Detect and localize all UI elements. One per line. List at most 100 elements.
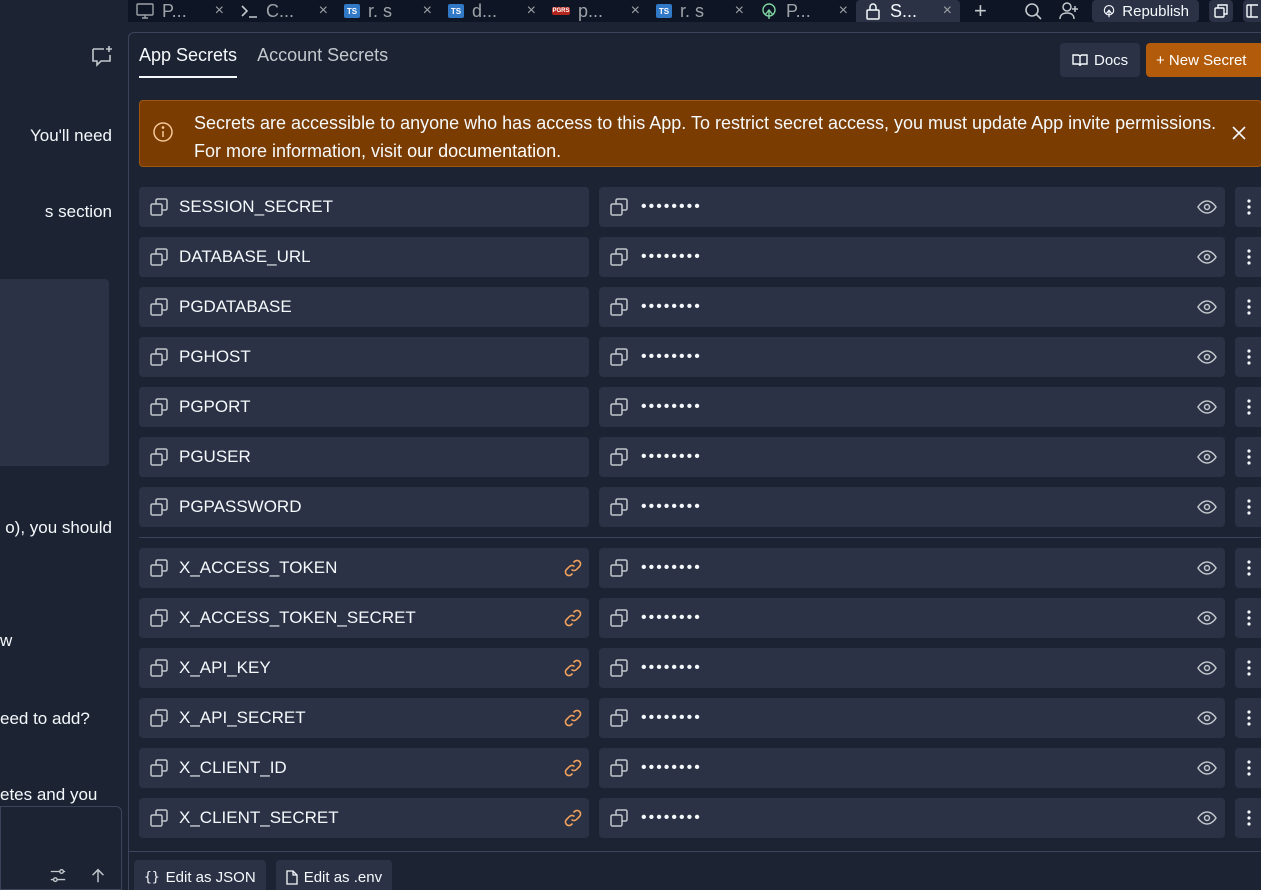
eye-icon[interactable] [1197, 447, 1217, 467]
copy-icon[interactable] [149, 497, 169, 517]
copy-icon[interactable] [609, 197, 629, 217]
secret-value-field[interactable]: •••••••• [599, 237, 1225, 277]
copy-icon[interactable] [609, 447, 629, 467]
secret-value-field[interactable]: •••••••• [599, 487, 1225, 527]
copy-icon[interactable] [149, 558, 169, 578]
tab-console[interactable]: C... × [232, 0, 336, 22]
eye-icon[interactable] [1197, 608, 1217, 628]
edit-as-json-button[interactable]: {} Edit as JSON [134, 860, 266, 890]
secret-value-field[interactable]: •••••••• [599, 748, 1225, 788]
copy-icon[interactable] [149, 347, 169, 367]
secret-menu-button[interactable] [1235, 337, 1261, 377]
tab-file[interactable]: TS r. s × [648, 0, 752, 22]
link-icon[interactable] [563, 708, 583, 728]
eye-icon[interactable] [1197, 658, 1217, 678]
secret-menu-button[interactable] [1235, 487, 1261, 527]
secret-key-field[interactable]: X_ACCESS_TOKEN_SECRET [139, 598, 589, 638]
close-icon[interactable] [1229, 123, 1249, 143]
secret-menu-button[interactable] [1235, 648, 1261, 688]
eye-icon[interactable] [1197, 297, 1217, 317]
copy-icon[interactable] [149, 808, 169, 828]
eye-icon[interactable] [1197, 558, 1217, 578]
eye-icon[interactable] [1197, 497, 1217, 517]
eye-icon[interactable] [1197, 808, 1217, 828]
secret-menu-button[interactable] [1235, 387, 1261, 427]
copy-icon[interactable] [609, 497, 629, 517]
link-icon[interactable] [563, 608, 583, 628]
tab-file[interactable]: PGRS p... × [544, 0, 648, 22]
secret-key-field[interactable]: PGPORT [139, 387, 589, 427]
copy-icon[interactable] [609, 758, 629, 778]
secret-menu-button[interactable] [1235, 548, 1261, 588]
secret-menu-button[interactable] [1235, 798, 1261, 838]
eye-icon[interactable] [1197, 397, 1217, 417]
close-icon[interactable]: × [215, 2, 224, 20]
new-chat-icon[interactable] [90, 44, 114, 68]
settings-sliders-icon[interactable] [49, 867, 67, 885]
secret-key-field[interactable]: SESSION_SECRET [139, 187, 589, 227]
link-icon[interactable] [563, 808, 583, 828]
sidebar-toggle-icon[interactable] [1243, 0, 1261, 22]
tab-file[interactable]: TS r. s × [336, 0, 440, 22]
secret-value-field[interactable]: •••••••• [599, 287, 1225, 327]
copy-icon[interactable] [149, 447, 169, 467]
secret-menu-button[interactable] [1235, 187, 1261, 227]
search-icon[interactable] [1020, 0, 1046, 22]
link-icon[interactable] [563, 658, 583, 678]
secret-menu-button[interactable] [1235, 598, 1261, 638]
secret-value-field[interactable]: •••••••• [599, 598, 1225, 638]
secret-key-field[interactable]: X_CLIENT_ID [139, 748, 589, 788]
close-icon[interactable]: × [735, 2, 744, 20]
layout-icon[interactable] [1209, 0, 1233, 22]
copy-icon[interactable] [149, 197, 169, 217]
copy-icon[interactable] [609, 558, 629, 578]
secret-key-field[interactable]: X_API_KEY [139, 648, 589, 688]
secret-value-field[interactable]: •••••••• [599, 648, 1225, 688]
eye-icon[interactable] [1197, 758, 1217, 778]
copy-icon[interactable] [149, 397, 169, 417]
eye-icon[interactable] [1197, 197, 1217, 217]
edit-as-env-button[interactable]: Edit as .env [275, 860, 393, 890]
docs-button[interactable]: Docs [1060, 43, 1141, 77]
secret-value-field[interactable]: •••••••• [599, 387, 1225, 427]
secret-key-field[interactable]: PGDATABASE [139, 287, 589, 327]
close-icon[interactable]: × [423, 2, 432, 20]
secret-key-field[interactable]: PGUSER [139, 437, 589, 477]
tab-publishing[interactable]: P... × [752, 0, 856, 22]
secret-key-field[interactable]: X_ACCESS_TOKEN [139, 548, 589, 588]
secret-value-field[interactable]: •••••••• [599, 798, 1225, 838]
secret-value-field[interactable]: •••••••• [599, 437, 1225, 477]
close-icon[interactable]: × [631, 2, 640, 20]
copy-icon[interactable] [609, 808, 629, 828]
copy-icon[interactable] [609, 397, 629, 417]
secret-key-field[interactable]: X_CLIENT_SECRET [139, 798, 589, 838]
chat-input[interactable] [0, 806, 122, 890]
tab-file[interactable]: TS d... × [440, 0, 544, 22]
link-icon[interactable] [563, 558, 583, 578]
secret-menu-button[interactable] [1235, 237, 1261, 277]
secret-key-field[interactable]: PGHOST [139, 337, 589, 377]
secret-menu-button[interactable] [1235, 698, 1261, 738]
eye-icon[interactable] [1197, 347, 1217, 367]
tab-preview[interactable]: P... × [128, 0, 232, 22]
link-icon[interactable] [563, 758, 583, 778]
close-icon[interactable]: × [943, 2, 952, 20]
copy-icon[interactable] [149, 708, 169, 728]
copy-icon[interactable] [149, 658, 169, 678]
invite-user-icon[interactable] [1056, 0, 1082, 22]
tab-app-secrets[interactable]: App Secrets [139, 45, 238, 78]
secret-key-field[interactable]: PGPASSWORD [139, 487, 589, 527]
copy-icon[interactable] [609, 708, 629, 728]
copy-icon[interactable] [609, 347, 629, 367]
copy-icon[interactable] [149, 247, 169, 267]
copy-icon[interactable] [609, 247, 629, 267]
secret-key-field[interactable]: DATABASE_URL [139, 237, 589, 277]
secret-key-field[interactable]: X_API_SECRET [139, 698, 589, 738]
tab-secrets[interactable]: S... × [856, 0, 960, 22]
secret-menu-button[interactable] [1235, 748, 1261, 788]
secret-value-field[interactable]: •••••••• [599, 337, 1225, 377]
copy-icon[interactable] [609, 608, 629, 628]
tab-account-secrets[interactable]: Account Secrets [257, 45, 388, 78]
close-icon[interactable]: × [839, 2, 848, 20]
republish-button[interactable]: Republish [1092, 0, 1199, 22]
